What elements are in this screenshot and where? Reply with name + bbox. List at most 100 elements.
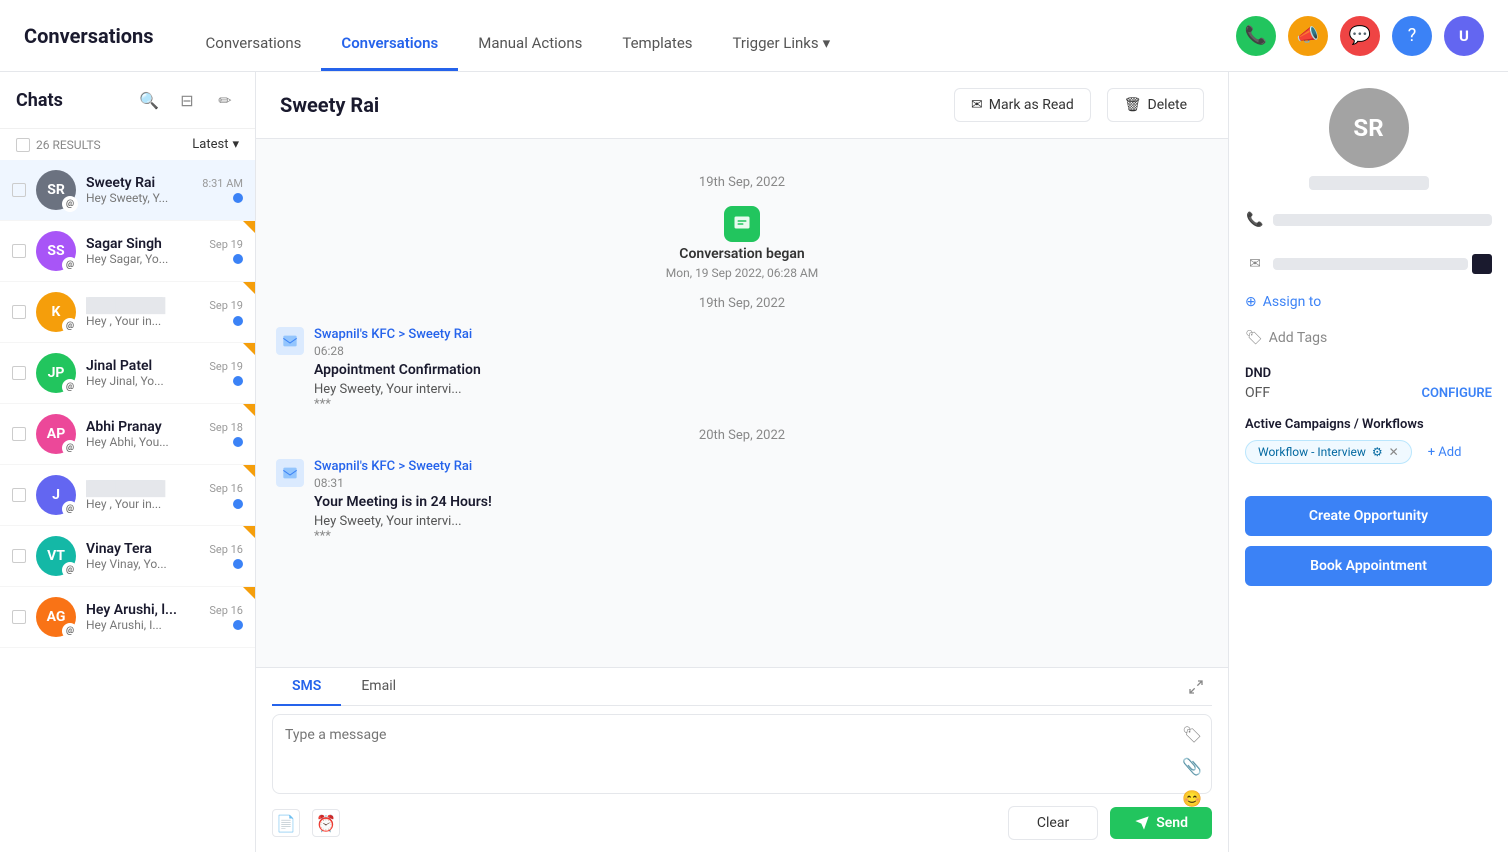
sidebar-header: Chats 🔍 ⊟ ✏ xyxy=(0,72,255,129)
chat-info: Vinay Tera Sep 16 Hey Vinay, Yo... xyxy=(86,541,243,571)
search-icon[interactable]: 🔍 xyxy=(135,86,163,114)
phone-icon: 📞 xyxy=(1245,210,1265,230)
avatar: VT xyxy=(36,536,76,576)
compose-icon[interactable]: ✏ xyxy=(211,86,239,114)
tag-icon[interactable]: 🏷 xyxy=(1180,722,1204,746)
main-content: Chats 🔍 ⊟ ✏ 26 RESULTS Latest ▾ SR xyxy=(0,72,1508,852)
settings-icon: ⚙ xyxy=(1372,445,1383,459)
priority-triangle xyxy=(243,404,255,416)
chat-preview-text: Hey , Your in... xyxy=(86,314,161,328)
attachment-icon[interactable]: 📎 xyxy=(1180,754,1204,778)
message-preview-2: Hey Sweety, Your intervi... xyxy=(314,514,1208,529)
chat-item-sweety-rai[interactable]: SR Sweety Rai 8:31 AM Hey Sweety, Y... xyxy=(0,160,255,221)
chat-checkbox[interactable] xyxy=(12,549,26,563)
select-all-checkbox[interactable] xyxy=(16,138,30,152)
chat-contact-name: Sweety Rai xyxy=(280,93,379,117)
composer-footer: 📄 ⏰ Clear Send xyxy=(272,806,1212,840)
phone-info-row: 📞 xyxy=(1245,206,1492,234)
chat-checkbox[interactable] xyxy=(12,610,26,624)
tab-manual-actions[interactable]: Manual Actions xyxy=(458,34,602,71)
message-ellipsis-2: *** xyxy=(314,529,1208,544)
megaphone-button[interactable]: 📣 xyxy=(1288,16,1328,56)
chat-name: ████████ xyxy=(86,480,165,497)
configure-button[interactable]: CONFIGURE xyxy=(1421,386,1492,401)
chat-composer: SMS Email 🏷 📎 😊 📄 ⏰ xyxy=(256,667,1228,852)
composer-side-icons: 🏷 📎 😊 xyxy=(1180,722,1204,810)
chat-checkbox[interactable] xyxy=(12,305,26,319)
chat-time: Sep 16 xyxy=(209,543,243,556)
message-from-2: Swapnil's KFC > Sweety Rai xyxy=(314,459,1208,474)
envelope-icon: ✉ xyxy=(971,97,983,113)
message-time-1: 06:28 xyxy=(314,344,344,358)
unread-dot xyxy=(233,376,243,386)
chat-time: 8:31 AM xyxy=(202,177,243,190)
composer-tabs: SMS Email xyxy=(272,668,1212,706)
filter-icon[interactable]: ⊟ xyxy=(173,86,201,114)
results-count: 26 RESULTS xyxy=(16,138,101,152)
chat-name: ████████ xyxy=(86,297,165,314)
chat-item-j[interactable]: J ████████ Sep 16 Hey , Your in... xyxy=(0,465,255,526)
unread-dot xyxy=(233,316,243,326)
help-button[interactable]: ? xyxy=(1392,16,1432,56)
phone-button[interactable]: 📞 xyxy=(1236,16,1276,56)
remove-workflow-button[interactable]: ✕ xyxy=(1389,445,1399,459)
message-subject-1: Appointment Confirmation xyxy=(314,362,1208,378)
unread-dot xyxy=(233,620,243,630)
tab-email[interactable]: Email xyxy=(341,668,416,706)
emoji-icon[interactable]: 😊 xyxy=(1180,786,1204,810)
assign-to[interactable]: ⊕ Assign to xyxy=(1245,294,1492,310)
contact-avatar: SR xyxy=(1329,88,1409,168)
schedule-icon[interactable]: ⏰ xyxy=(312,809,340,837)
avatar: K xyxy=(36,292,76,332)
avatar: JP xyxy=(36,353,76,393)
chat-item-jinal-patel[interactable]: JP Jinal Patel Sep 19 Hey Jinal, Yo... xyxy=(0,343,255,404)
trash-icon: 🗑 xyxy=(1124,97,1142,113)
contact-profile: SR xyxy=(1245,88,1492,190)
chat-name: Hey Arushi, l... xyxy=(86,602,177,618)
send-button[interactable]: Send xyxy=(1110,807,1212,839)
chat-item-vinay-tera[interactable]: VT Vinay Tera Sep 16 Hey Vinay, Yo... xyxy=(0,526,255,587)
add-tags-label[interactable]: Add Tags xyxy=(1269,330,1327,346)
campaigns-label: Active Campaigns / Workflows xyxy=(1245,417,1492,432)
email-badge xyxy=(62,318,78,334)
priority-triangle xyxy=(243,465,255,477)
create-opportunity-button[interactable]: Create Opportunity xyxy=(1245,496,1492,536)
tab-sms[interactable]: SMS xyxy=(272,668,341,706)
email-badge xyxy=(62,562,78,578)
user-avatar[interactable]: U xyxy=(1444,16,1484,56)
message-from-1: Swapnil's KFC > Sweety Rai xyxy=(314,327,1208,342)
composer-footer-actions: Clear Send xyxy=(1008,806,1212,840)
tab-conversations-active[interactable]: Conversations xyxy=(321,34,458,71)
tab-conversations[interactable]: Conversations xyxy=(186,34,322,71)
chat-button[interactable]: 💬 xyxy=(1340,16,1380,56)
chat-item-abhi-pranay[interactable]: AP Abhi Pranay Sep 18 Hey Abhi, You... xyxy=(0,404,255,465)
clear-button[interactable]: Clear xyxy=(1008,806,1098,840)
priority-triangle xyxy=(243,343,255,355)
chat-checkbox[interactable] xyxy=(12,488,26,502)
unread-dot xyxy=(233,559,243,569)
expand-icon[interactable] xyxy=(1180,668,1212,705)
message-input[interactable] xyxy=(272,714,1212,794)
chat-checkbox[interactable] xyxy=(12,366,26,380)
chat-item-arushi[interactable]: AG Hey Arushi, l... Sep 16 Hey Arushi, I… xyxy=(0,587,255,648)
template-icon[interactable]: 📄 xyxy=(272,809,300,837)
message-block-1: Swapnil's KFC > Sweety Rai 06:28 Appoint… xyxy=(276,327,1208,412)
tab-templates[interactable]: Templates xyxy=(602,34,712,71)
email-blurred xyxy=(1273,258,1468,270)
priority-triangle xyxy=(243,221,255,233)
add-workflow-button[interactable]: + Add xyxy=(1428,445,1462,460)
chat-item-k[interactable]: K ████████ Sep 19 Hey , Your in... xyxy=(0,282,255,343)
tab-trigger-links[interactable]: Trigger Links ▾ xyxy=(713,34,851,71)
sort-selector[interactable]: Latest ▾ xyxy=(192,137,239,152)
chat-checkbox[interactable] xyxy=(12,244,26,258)
chat-checkbox[interactable] xyxy=(12,427,26,441)
chat-checkbox[interactable] xyxy=(12,183,26,197)
chat-item-sagar-singh[interactable]: SS Sagar Singh Sep 19 Hey Sagar, Yo... xyxy=(0,221,255,282)
book-appointment-button[interactable]: Book Appointment xyxy=(1245,546,1492,586)
workflow-tag: Workflow - Interview ⚙ ✕ xyxy=(1245,440,1412,464)
delete-button[interactable]: 🗑 Delete xyxy=(1107,88,1204,122)
chat-messages: 19th Sep, 2022 Conversation began Mon, 1… xyxy=(256,139,1228,667)
date-divider-2: 20th Sep, 2022 xyxy=(276,428,1208,443)
add-tags-row: 🏷 Add Tags xyxy=(1245,326,1492,350)
mark-as-read-button[interactable]: ✉ Mark as Read xyxy=(954,88,1091,122)
